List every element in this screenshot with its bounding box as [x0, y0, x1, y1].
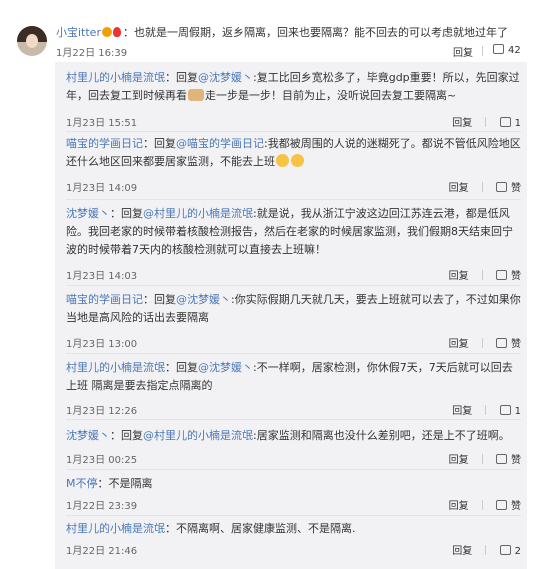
reply-time: 1月22日 23:39: [66, 501, 138, 512]
reply-target[interactable]: @村里儿的小楠是流氓: [143, 207, 253, 220]
comment-text-line: 小宝itter ：也就是一周假期，返乡隔离，回来也要隔离？能不回去的可以考虑就地过…: [56, 26, 508, 39]
list-item: 沈梦媛丶：回复@村里儿的小楠是流氓:居家监测和隔离也没什么差别吧，还是上不了班啊…: [66, 427, 521, 467]
like-button[interactable]: 赞: [496, 335, 521, 350]
like-button[interactable]: 赞: [496, 267, 521, 282]
list-item: 喵宝的学画日记：回复@喵宝的学画日记:我都被周围的人说的迷糊死了。都说不管低风险…: [66, 135, 521, 195]
reply-button[interactable]: 回复: [449, 497, 469, 512]
fire-icon: [112, 27, 121, 37]
reply-time: 1月23日 12:26: [66, 406, 138, 417]
reply-target[interactable]: @村里儿的小楠是流氓: [143, 429, 253, 442]
list-item: 沈梦媛丶：回复@村里儿的小楠是流氓:就是说，我从浙江宁波这边回江苏连云港，都是低…: [66, 205, 521, 282]
thumb-up-icon: [496, 500, 507, 510]
reply-actions: 回复 赞: [449, 179, 521, 194]
reply-text: 村里儿的小楠是流氓：回复@沈梦媛丶:复工比回乡宽松多了，毕竟gdp重要！所以，先…: [66, 71, 520, 102]
reply-text: 村里儿的小楠是流氓：不隔离啊、居家健康监测、不是隔离.: [66, 522, 356, 535]
reply-text: 喵宝的学画日记：回复@喵宝的学画日记:我都被周围的人说的迷糊死了。都说不管低风险…: [66, 137, 521, 168]
list-item: 村里儿的小楠是流氓：回复@沈梦媛丶:复工比回乡宽松多了，毕竟gdp重要！所以，先…: [66, 69, 521, 129]
reply-username[interactable]: M不停: [66, 477, 98, 490]
reply-button[interactable]: 回复: [452, 114, 472, 129]
reply-actions: 回复 赞: [449, 267, 521, 282]
laugh-cry-emoji-icon: [291, 154, 304, 167]
comment-time: 1月22日 16:39: [56, 48, 128, 59]
reply-button[interactable]: 回复: [449, 267, 469, 282]
reply-time: 1月23日 14:09: [66, 183, 138, 194]
reply-actions: 回复 1: [452, 402, 521, 417]
reply-target[interactable]: @沈梦媛丶: [176, 293, 231, 306]
reply-time: 1月23日 14:03: [66, 271, 138, 282]
like-button[interactable]: 赞: [496, 179, 521, 194]
reply-button[interactable]: 回复: [449, 179, 469, 194]
like-button[interactable]: 42: [493, 44, 521, 56]
reply-time: 1月23日 13:00: [66, 339, 138, 350]
like-button[interactable]: 2: [499, 545, 521, 557]
reply-username[interactable]: 村里儿的小楠是流氓: [66, 71, 165, 84]
reply-text: M不停：不是隔离: [66, 477, 153, 490]
replies-panel: 村里儿的小楠是流氓：回复@沈梦媛丶:复工比回乡宽松多了，毕竟gdp重要！所以，先…: [55, 62, 527, 569]
reply-target[interactable]: @沈梦媛丶: [198, 361, 253, 374]
like-button[interactable]: 1: [499, 405, 521, 417]
thumb-up-icon: [499, 545, 511, 555]
reply-button[interactable]: 回复: [452, 402, 472, 417]
list-item: 村里儿的小楠是流氓：回复@沈梦媛丶:不一样啊，居家检测，你休假7天，7天后就可以…: [66, 359, 521, 417]
thumb-up-icon: [496, 182, 507, 192]
list-item: 村里儿的小楠是流氓：不隔离啊、居家健康监测、不是隔离. 1月22日 21:46 …: [66, 520, 521, 560]
cat-emoji-icon: [188, 89, 204, 101]
list-item: 喵宝的学画日记：回复@沈梦媛丶:你实际假期几天就几天，要去上班就可以去了，不过如…: [66, 291, 521, 350]
top-comment: 小宝itter ：也就是一周假期，返乡隔离，回来也要隔离？能不回去的可以考虑就地过…: [0, 0, 545, 62]
reply-text: 沈梦媛丶：回复@村里儿的小楠是流氓:就是说，我从浙江宁波这边回江苏连云港，都是低…: [66, 207, 513, 256]
comment-text: 也就是一周假期，返乡隔离，回来也要隔离？能不回去的可以考虑就地过年了: [133, 26, 508, 39]
reply-text: 喵宝的学画日记：回复@沈梦媛丶:你实际假期几天就几天，要去上班就可以去了，不过如…: [66, 293, 521, 324]
reply-target[interactable]: @沈梦媛丶: [198, 71, 253, 84]
reply-time: 1月23日 00:25: [66, 455, 138, 466]
like-button[interactable]: 1: [499, 117, 521, 129]
avatar[interactable]: [17, 26, 47, 56]
reply-actions: 回复 赞: [449, 335, 521, 350]
medal-icon: [101, 27, 112, 37]
reply-username[interactable]: 村里儿的小楠是流氓: [66, 522, 165, 535]
reply-username[interactable]: 村里儿的小楠是流氓: [66, 361, 165, 374]
reply-target[interactable]: @喵宝的学画日记: [176, 137, 264, 150]
reply-actions: 回复 赞: [449, 497, 521, 512]
reply-button[interactable]: 回复: [449, 335, 469, 350]
thumb-up-icon: [499, 117, 511, 127]
reply-text: 村里儿的小楠是流氓：回复@沈梦媛丶:不一样啊，居家检测，你休假7天，7天后就可以…: [66, 361, 513, 392]
list-item: M不停：不是隔离 1月22日 23:39 回复 赞: [66, 475, 521, 515]
reply-button[interactable]: 回复: [453, 44, 473, 59]
reply-button[interactable]: 回复: [452, 542, 472, 557]
like-button[interactable]: 赞: [496, 451, 521, 466]
laugh-cry-emoji-icon: [276, 154, 289, 167]
thumb-up-icon: [496, 270, 507, 280]
reply-username[interactable]: 喵宝的学画日记: [66, 293, 143, 306]
thumb-up-icon: [493, 44, 504, 54]
reply-time: 1月23日 15:51: [66, 118, 138, 129]
reply-username[interactable]: 沈梦媛丶: [66, 429, 110, 442]
reply-actions: 回复 赞: [449, 451, 521, 466]
comment-username[interactable]: 小宝itter: [56, 26, 101, 39]
thumb-up-icon: [496, 454, 507, 464]
reply-actions: 回复 2: [452, 542, 521, 557]
reply-actions: 回复 1: [452, 114, 521, 129]
like-button[interactable]: 赞: [496, 497, 521, 512]
reply-button[interactable]: 回复: [449, 451, 469, 466]
reply-username[interactable]: 沈梦媛丶: [66, 207, 110, 220]
reply-text: 沈梦媛丶：回复@村里儿的小楠是流氓:居家监测和隔离也没什么差别吧，还是上不了班啊…: [66, 429, 510, 442]
reply-username[interactable]: 喵宝的学画日记: [66, 137, 143, 150]
thumb-up-icon: [496, 338, 507, 348]
thumb-up-icon: [499, 405, 511, 415]
reply-time: 1月22日 21:46: [66, 546, 138, 557]
